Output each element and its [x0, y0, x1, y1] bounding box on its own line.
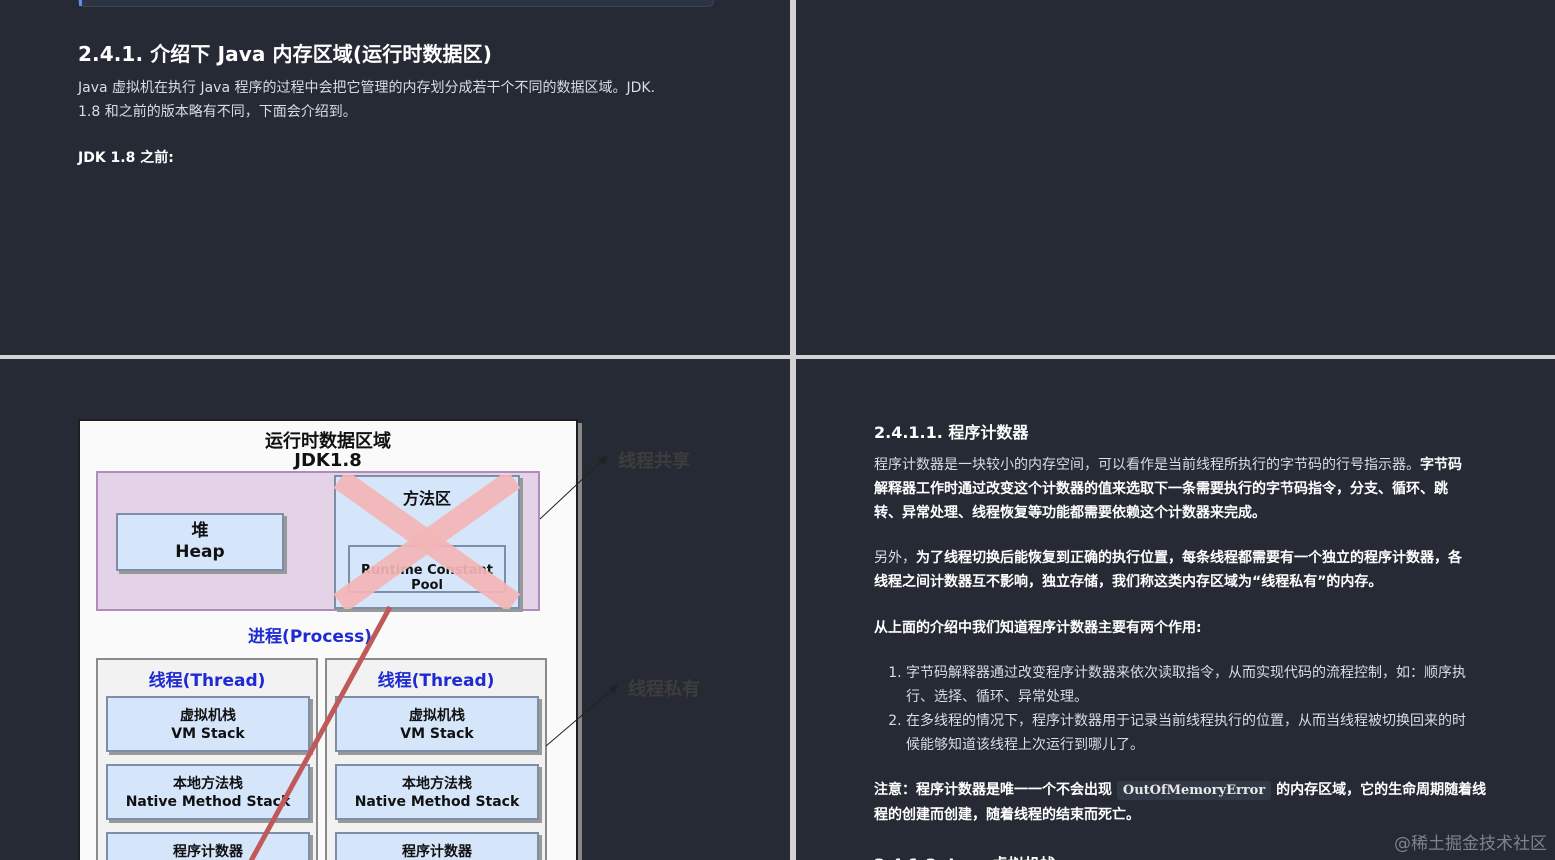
pc-p2-bold-a: 为了线程切换后能恢复到正确的执行位置，每条线程都需要有一个独立的程序计数器，各 — [916, 550, 1462, 566]
pc-p1-bold-a: 字节码 — [1420, 457, 1462, 473]
thread-box-2: 线程(Thread) 虚拟机栈 VM Stack 本地方法栈 Native Me… — [325, 658, 547, 860]
vm-stack-box: 虚拟机栈 VM Stack — [106, 696, 310, 752]
pc-p2-bold-b: 线程之间计数器互不影响，独立存储，我们称这类内存区域为“线程私有”的内存。 — [874, 574, 1383, 590]
inline-code: OutOfMemoryError — [1116, 781, 1272, 800]
native-stack-box: 本地方法栈 Native Method Stack — [106, 764, 310, 820]
pc-cn: 程序计数器 — [173, 844, 243, 860]
shared-label: 线程共享 — [618, 451, 690, 472]
list-item: 在多线程的情况下，程序计数器用于记录当前线程执行的位置，从而当线程被切换回来的时… — [906, 709, 1546, 757]
top-right-pane — [796, 0, 1555, 355]
note-part-a: 注意：程序计数器是唯一一个不会出现 — [874, 782, 1112, 798]
watermark: @稀土掘金技术社区 — [1394, 834, 1547, 854]
runtime-data-area-diagram: 运行时数据区域 JDK1.8 堆 Heap 方法区 Runtime Consta… — [78, 419, 578, 860]
note-part-b: 的内存区域，它的生命周期随着线 — [1276, 782, 1487, 798]
next-heading-clipped: 2.4.1.2. Java 虚拟机栈 — [874, 851, 1056, 860]
pc-heading: 2.4.1.1. 程序计数器 — [874, 423, 1029, 442]
pc-note: 注意：程序计数器是唯一一个不会出现 OutOfMemoryError 的内存区域… — [874, 778, 1524, 827]
native-stack-en: Native Method Stack — [125, 794, 291, 810]
pc-paragraph-3: 从上面的介绍中我们知道程序计数器主要有两个作用: — [874, 620, 1202, 636]
cross-mark-icon — [334, 475, 520, 609]
diagram-subtitle: JDK1.8 — [294, 450, 362, 471]
bottom-right-pane: 2.4.1.1. 程序计数器 程序计数器是一块较小的内存空间，可以看作是当前线程… — [796, 359, 1555, 860]
vm-stack-cn: 虚拟机栈 — [409, 708, 465, 724]
li1-line-a: 字节码解释器通过改变程序计数器来依次读取指令，从而实现代码的流程控制，如：顺序执 — [906, 665, 1466, 681]
vm-stack-cn: 虚拟机栈 — [180, 708, 236, 724]
jdk-label: JDK 1.8 之前: — [78, 150, 174, 166]
private-label: 线程私有 — [628, 679, 700, 700]
pc-cn: 程序计数器 — [402, 844, 472, 860]
intro-line-1: Java 虚拟机在执行 Java 程序的过程中会把它管理的内存划分成若干个不同的… — [78, 80, 656, 96]
intro-paragraph: Java 虚拟机在执行 Java 程序的过程中会把它管理的内存划分成若干个不同的… — [78, 76, 718, 124]
native-stack-cn: 本地方法栈 — [173, 776, 243, 792]
method-area-box: 方法区 Runtime Constant Pool — [334, 475, 520, 609]
bottom-left-pane: 运行时数据区域 JDK1.8 堆 Heap 方法区 Runtime Consta… — [0, 359, 790, 860]
top-left-pane: 2.4.1. 介绍下 Java 内存区域(运行时数据区) Java 虚拟机在执行… — [0, 0, 790, 355]
pc-box: 程序计数器 — [335, 832, 539, 860]
pc-role-list: 字节码解释器通过改变程序计数器来依次读取指令，从而实现代码的流程控制，如：顺序执… — [878, 661, 1546, 757]
li2-line-a: 在多线程的情况下，程序计数器用于记录当前线程执行的位置，从而当线程被切换回来的时 — [906, 713, 1466, 729]
pc-paragraph-2: 另外，为了线程切换后能恢复到正确的执行位置，每条线程都需要有一个独立的程序计数器… — [874, 546, 1514, 594]
native-stack-box: 本地方法栈 Native Method Stack — [335, 764, 539, 820]
pc-p2-normal: 另外， — [874, 550, 916, 566]
process-label: 进程(Process) — [248, 627, 372, 647]
li2-line-b: 候能够知道该线程上次运行到哪儿了。 — [906, 737, 1144, 753]
thread-label: 线程(Thread) — [148, 671, 266, 691]
native-stack-en: Native Method Stack — [354, 794, 520, 810]
vm-stack-box: 虚拟机栈 VM Stack — [335, 696, 539, 752]
intro-line-2: 1.8 和之前的版本略有不同，下面会介绍到。 — [78, 104, 357, 120]
pc-p1-bold-b: 解释器工作时通过改变这个计数器的值来选取下一条需要执行的字节码指令，分支、循环、… — [874, 481, 1448, 497]
pc-box: 程序计数器 — [106, 832, 310, 860]
pc-paragraph-1: 程序计数器是一块较小的内存空间，可以看作是当前线程所执行的字节码的行号指示器。字… — [874, 453, 1514, 525]
heap-cn: 堆 — [191, 521, 209, 541]
li1-line-b: 行、选择、循环、异常处理。 — [906, 689, 1088, 705]
native-stack-cn: 本地方法栈 — [402, 776, 472, 792]
vm-stack-en: VM Stack — [400, 726, 474, 742]
previous-block-edge — [78, 0, 714, 7]
vm-stack-en: VM Stack — [171, 726, 245, 742]
thread-box-1: 线程(Thread) 虚拟机栈 VM Stack 本地方法栈 Native Me… — [96, 658, 318, 860]
note-part-c: 程的创建而创建，随着线程的结束而死亡。 — [874, 807, 1140, 823]
heap-en: Heap — [175, 542, 225, 562]
heap-box: 堆 Heap — [116, 513, 284, 571]
list-item: 字节码解释器通过改变程序计数器来依次读取指令，从而实现代码的流程控制，如：顺序执… — [906, 661, 1546, 709]
pc-p1-bold-c: 转、异常处理、线程恢复等功能都需要依赖这个计数器来完成。 — [874, 505, 1266, 521]
thread-label: 线程(Thread) — [377, 671, 495, 691]
section-heading: 2.4.1. 介绍下 Java 内存区域(运行时数据区) — [78, 42, 492, 66]
pc-p1-normal: 程序计数器是一块较小的内存空间，可以看作是当前线程所执行的字节码的行号指示器。 — [874, 457, 1420, 473]
